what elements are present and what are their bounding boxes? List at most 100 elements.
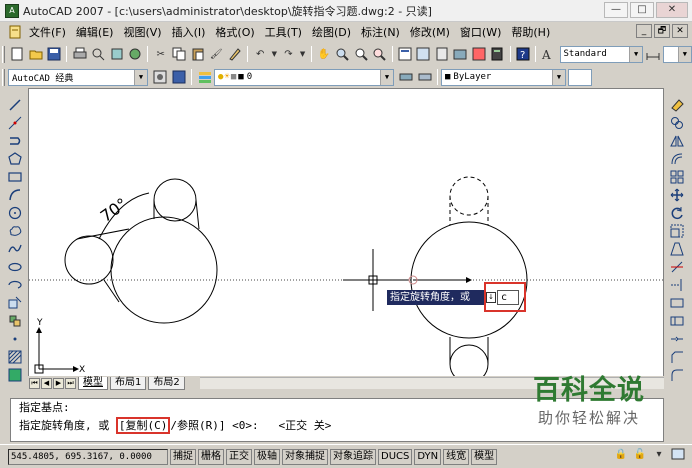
stretch-icon[interactable] <box>669 240 685 258</box>
text-style-select[interactable]: Standard ▼ <box>559 45 644 63</box>
close-button[interactable]: ✕ <box>656 2 688 18</box>
calculator-icon[interactable] <box>489 46 506 63</box>
tab-layout1[interactable]: 布局1 <box>110 376 147 390</box>
menu-window[interactable]: 窗口(W) <box>455 24 506 40</box>
properties-icon[interactable] <box>397 46 414 63</box>
hatch-icon[interactable] <box>7 348 23 366</box>
point-icon[interactable] <box>7 330 23 348</box>
trim-icon[interactable] <box>669 258 685 276</box>
workspace-select[interactable]: AutoCAD 经典 ▼ <box>8 68 148 86</box>
pan-icon[interactable]: ✋ <box>316 46 333 63</box>
otrack-toggle[interactable]: 对象追踪 <box>330 448 376 465</box>
sheet-set-icon[interactable] <box>452 46 469 63</box>
osnap-toggle[interactable]: 对象捕捉 <box>282 448 328 465</box>
revision-cloud-icon[interactable] <box>7 222 23 240</box>
first-tab-button[interactable]: ⏮ <box>29 377 40 389</box>
menu-help[interactable]: 帮助(H) <box>506 24 555 40</box>
zoom-window-icon[interactable] <box>353 46 370 63</box>
mirror-icon[interactable] <box>669 132 685 150</box>
break-icon[interactable] <box>669 312 685 330</box>
dim-style-select[interactable]: ▼ <box>662 45 692 63</box>
coordinate-display[interactable]: 545.4805, 695.3167, 0.0000 <box>8 448 168 465</box>
dim-style-icon[interactable] <box>645 46 662 63</box>
arc-icon[interactable] <box>7 186 23 204</box>
tab-layout2[interactable]: 布局2 <box>148 376 185 390</box>
copy-object-icon[interactable] <box>669 114 685 132</box>
document-icon[interactable] <box>6 24 23 41</box>
paste-icon[interactable] <box>189 46 206 63</box>
drawing-area[interactable]: 70° Y X <box>28 88 665 388</box>
match-properties-icon[interactable]: 🖌 <box>208 46 225 63</box>
lineweight-toggle[interactable]: 线宽 <box>443 448 470 465</box>
status-menu-chevron-icon[interactable]: ▾ <box>651 447 667 463</box>
line-icon[interactable] <box>7 96 23 114</box>
layer-properties-icon[interactable] <box>196 69 213 86</box>
make-block-icon[interactable] <box>7 312 23 330</box>
menu-insert[interactable]: 插入(I) <box>167 24 211 40</box>
menu-tools[interactable]: 工具(T) <box>260 24 307 40</box>
save-workspace-icon[interactable] <box>170 69 187 86</box>
new-file-icon[interactable] <box>9 46 26 63</box>
tab-model[interactable]: 模型 <box>78 376 108 390</box>
3d-dwf-icon[interactable] <box>127 46 144 63</box>
open-folder-icon[interactable] <box>27 46 44 63</box>
cut-icon[interactable]: ✂ <box>152 46 169 63</box>
layer-previous-icon[interactable] <box>416 69 433 86</box>
clean-screen-icon[interactable] <box>670 447 686 463</box>
array-icon[interactable] <box>669 168 685 186</box>
toolbar-lock-icon[interactable]: 🔓 <box>632 447 648 463</box>
last-tab-button[interactable]: ⏭ <box>65 377 76 389</box>
rotate-icon[interactable] <box>669 204 685 222</box>
undo-dropdown-icon[interactable]: ▼ <box>270 46 278 63</box>
erase-icon[interactable] <box>669 96 685 114</box>
menu-view[interactable]: 视图(V) <box>118 24 166 40</box>
maximize-button[interactable]: □ <box>630 2 654 18</box>
print-icon[interactable] <box>71 46 88 63</box>
redo-icon[interactable]: ↷ <box>280 46 297 63</box>
move-icon[interactable] <box>669 186 685 204</box>
toolbar-grip[interactable] <box>2 45 5 63</box>
chamfer-icon[interactable] <box>669 348 685 366</box>
communication-center-icon[interactable]: 🔒 <box>613 447 629 463</box>
layer-select[interactable]: ● ☀ ■ ■ 0 ▼ <box>214 68 394 86</box>
tool-palettes-icon[interactable] <box>434 46 451 63</box>
make-object-layer-current-icon[interactable] <box>397 69 414 86</box>
rectangle-icon[interactable] <box>7 168 23 186</box>
doc-close-button[interactable]: ✕ <box>672 24 688 38</box>
help-icon[interactable]: ? <box>515 46 532 63</box>
ortho-toggle[interactable]: 正交 <box>226 448 252 465</box>
prev-tab-button[interactable]: ◀ <box>41 377 52 389</box>
fillet-icon[interactable] <box>669 366 685 384</box>
scale-icon[interactable] <box>669 222 685 240</box>
menu-draw[interactable]: 绘图(D) <box>307 24 356 40</box>
polygon-icon[interactable] <box>7 150 23 168</box>
undo-icon[interactable]: ↶ <box>252 46 269 63</box>
construction-line-icon[interactable] <box>7 114 23 132</box>
copy-icon[interactable] <box>171 46 188 63</box>
text-style-icon[interactable]: A <box>540 46 557 63</box>
copy-option-highlight[interactable]: [复制(C) <box>115 417 171 434</box>
color-control-select[interactable]: ■ ByLayer ▼ <box>441 68 566 86</box>
polyline-icon[interactable] <box>7 132 23 150</box>
circle-icon[interactable] <box>7 204 23 222</box>
menu-file[interactable]: 文件(F) <box>24 24 71 40</box>
zoom-previous-icon[interactable] <box>371 46 388 63</box>
polar-toggle[interactable]: 极轴 <box>254 448 280 465</box>
doc-minimize-button[interactable]: _ <box>636 24 652 38</box>
workspace-settings-icon[interactable] <box>151 69 168 86</box>
gradient-icon[interactable] <box>7 366 23 384</box>
redo-dropdown-icon[interactable]: ▼ <box>299 46 307 63</box>
model-toggle[interactable]: 模型 <box>471 448 498 465</box>
menu-edit[interactable]: 编辑(E) <box>71 24 119 40</box>
print-preview-icon[interactable] <box>90 46 107 63</box>
join-icon[interactable] <box>669 330 685 348</box>
break-at-point-icon[interactable] <box>669 294 685 312</box>
design-center-icon[interactable] <box>415 46 432 63</box>
zoom-realtime-icon[interactable] <box>334 46 351 63</box>
autocad-app-icon[interactable]: A <box>5 3 19 18</box>
publish-icon[interactable] <box>108 46 125 63</box>
dyn-toggle[interactable]: DYN <box>414 448 442 465</box>
offset-icon[interactable] <box>669 150 685 168</box>
menu-dimension[interactable]: 标注(N) <box>356 24 405 40</box>
ellipse-arc-icon[interactable] <box>7 276 23 294</box>
